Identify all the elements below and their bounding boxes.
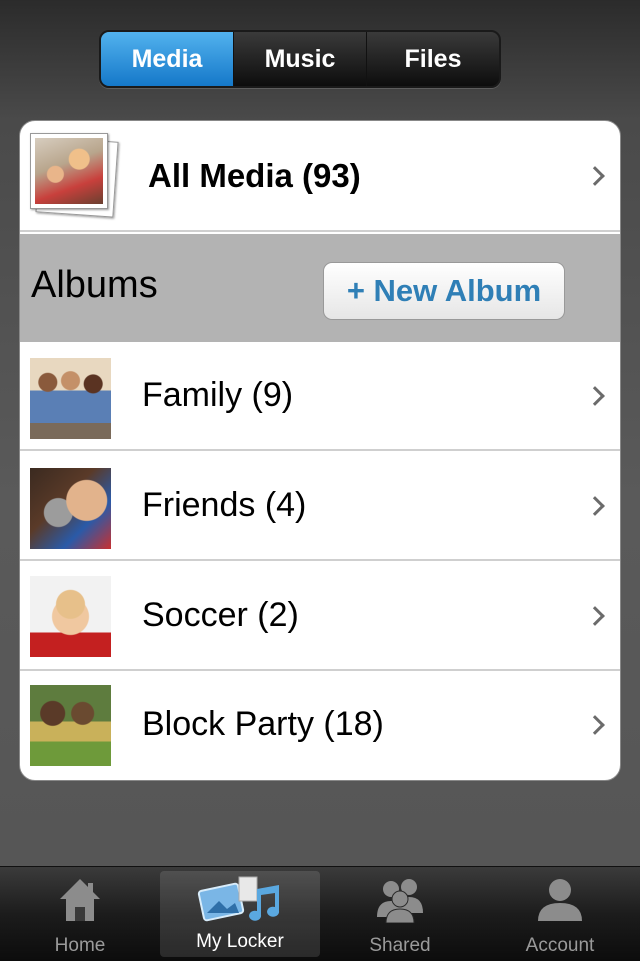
segment-music[interactable]: Music — [234, 32, 367, 86]
chevron-right-icon — [585, 385, 605, 406]
chevron-right-icon — [585, 165, 605, 186]
album-label: Block Party (18) — [142, 705, 384, 743]
chevron-right-icon — [585, 495, 605, 516]
chevron-right-icon — [585, 714, 605, 735]
album-row-family[interactable]: Family (9) — [20, 342, 620, 451]
user-icon — [535, 877, 585, 929]
album-thumbnail — [30, 468, 111, 549]
album-row-friends[interactable]: Friends (4) — [20, 452, 620, 561]
segment-media[interactable]: Media — [101, 32, 234, 86]
media-list-card: All Media (93) Albums + New Album Family… — [19, 120, 621, 781]
people-icon — [375, 877, 425, 929]
albums-section-header: Albums + New Album — [20, 234, 620, 342]
all-media-row[interactable]: All Media (93) — [20, 121, 620, 232]
media-type-segmented-control: Media Music Files — [99, 30, 501, 88]
segment-files[interactable]: Files — [367, 32, 499, 86]
tab-shared[interactable]: Shared — [320, 867, 480, 961]
album-label: Friends (4) — [142, 486, 307, 524]
home-icon — [58, 877, 102, 929]
tab-home[interactable]: Home — [0, 867, 160, 961]
album-label: Family (9) — [142, 376, 294, 414]
all-media-label: All Media (93) — [148, 156, 361, 194]
new-album-button[interactable]: + New Album — [323, 262, 565, 320]
tab-label: Account — [525, 935, 595, 956]
album-thumbnail — [30, 576, 111, 657]
tab-label: Shared — [369, 935, 431, 956]
tab-label: Home — [54, 935, 106, 956]
bottom-tab-bar: Home My Locker Shared Account — [0, 866, 640, 961]
locker-icon — [195, 875, 285, 933]
chevron-right-icon — [585, 605, 605, 626]
album-row-soccer[interactable]: Soccer (2) — [20, 562, 620, 671]
tab-account[interactable]: Account — [480, 867, 640, 961]
all-media-thumbnail — [30, 133, 120, 218]
album-thumbnail — [30, 358, 111, 439]
album-thumbnail — [30, 685, 111, 766]
album-row-block-party[interactable]: Block Party (18) — [20, 670, 620, 779]
albums-heading: Albums — [31, 264, 158, 306]
album-label: Soccer (2) — [142, 596, 299, 634]
tab-label: My Locker — [196, 931, 284, 952]
tab-my-locker[interactable]: My Locker — [160, 871, 320, 957]
